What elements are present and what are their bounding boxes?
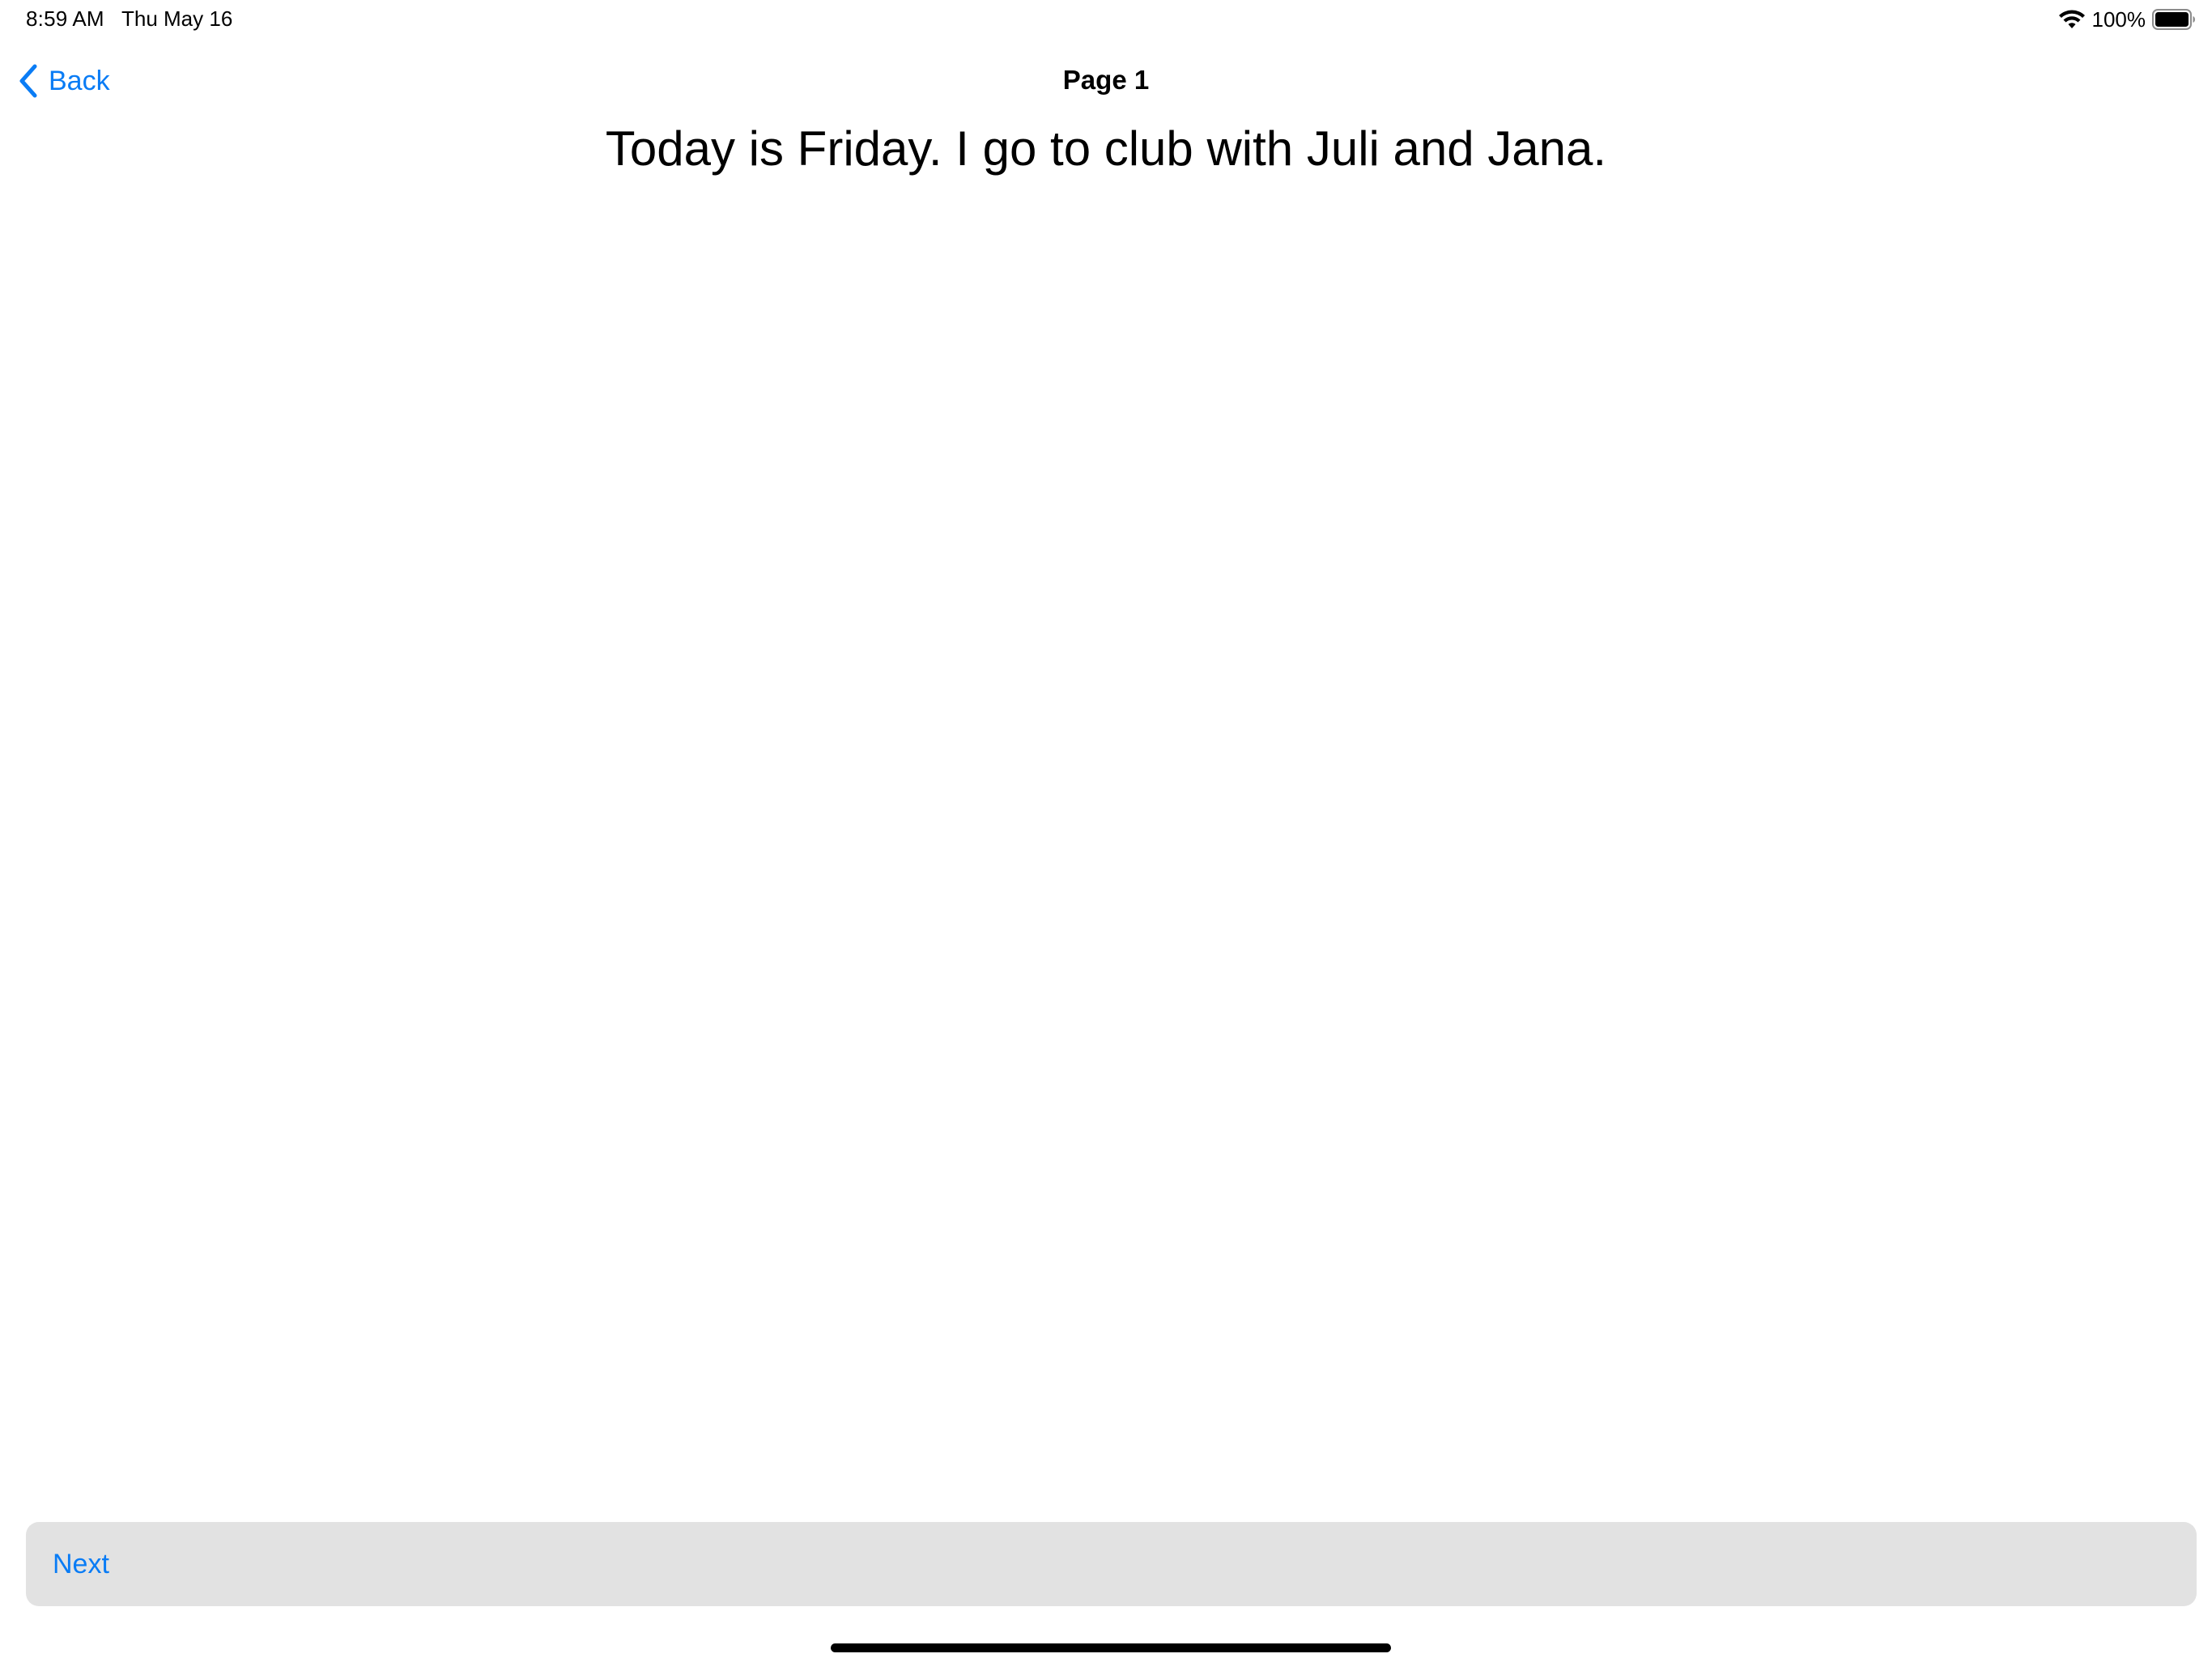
status-bar: 8:59 AM Thu May 16 100% [0, 0, 2212, 39]
navigation-bar: Back Page 1 [0, 49, 2212, 113]
battery-icon [2152, 9, 2195, 30]
status-indicators: 100% [2058, 5, 2197, 34]
story-sentence: Today is Friday. I go to club with Juli … [605, 121, 1607, 176]
page-title: Page 1 [1062, 65, 1150, 95]
next-label: Next [53, 1548, 109, 1579]
home-indicator[interactable] [831, 1643, 1391, 1652]
screen: 8:59 AM Thu May 16 100% Back Page 1 Toda… [0, 0, 2212, 1658]
next-button[interactable]: Next [26, 1522, 2197, 1606]
status-date: Thu May 16 [121, 6, 233, 31]
status-time: 8:59 AM [26, 6, 104, 31]
battery-percent: 100% [2091, 6, 2146, 32]
wifi-icon [2058, 10, 2085, 28]
